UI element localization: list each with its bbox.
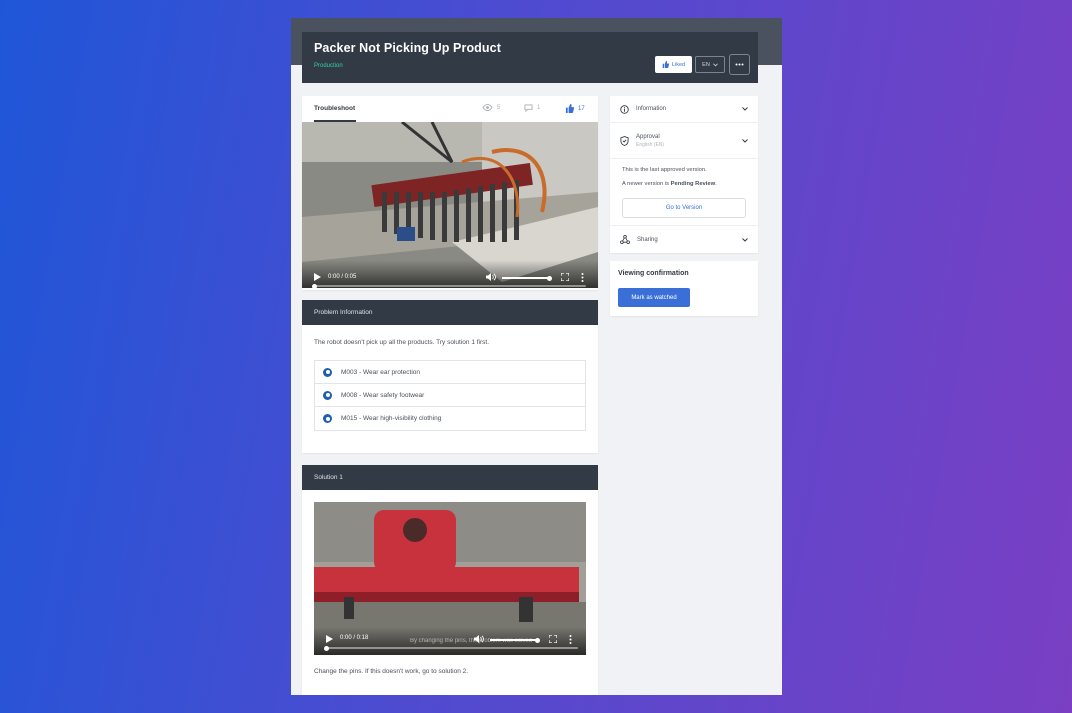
hivis-clothing-icon [323,414,332,423]
solution-description: Change the pins. If this doesn't work, g… [314,668,469,675]
approval-text-newer: A newer version is Pending Review. [622,181,717,187]
chevron-down-icon [742,107,748,111]
approval-text-approved: This is the last approved version. [622,167,707,173]
video-progress-bar[interactable] [314,285,586,287]
tab-troubleshoot[interactable]: Troubleshoot [314,105,355,112]
liked-label: Liked [671,61,686,68]
sharing-label: Sharing [637,236,658,243]
category-link[interactable]: Production [314,63,343,69]
information-accordion[interactable]: Information [610,96,758,123]
safety-item-label: M003 - Wear ear protection [341,368,420,376]
troubleshoot-video[interactable]: 0:00 / 0:05 [302,122,598,288]
approval-accordion[interactable]: Approval English (EN) [610,123,758,159]
video-time: 0:00 / 0:18 [340,635,369,641]
safety-item: M008 - Wear safety footwear [315,384,585,407]
volume-slider[interactable] [502,277,552,279]
video-progress-bar[interactable] [326,647,578,649]
more-dots-icon [735,63,744,66]
more-options-button[interactable] [729,54,750,75]
volume-icon[interactable] [474,635,484,643]
kebab-menu-icon[interactable] [569,635,572,644]
troubleshoot-card: Troubleshoot 5 1 17 0:00 / 0:05 [302,96,598,290]
go-to-version-button[interactable]: Go to Version [622,198,746,218]
video-progress-knob[interactable] [324,645,329,651]
app-window: Packer Not Picking Up Product Production… [291,18,782,695]
problem-information-card: Problem Information The robot doesn't pi… [302,300,598,453]
shield-check-icon [620,135,629,146]
safety-item-label: M008 - Wear safety footwear [341,391,425,399]
comment-icon [524,104,533,112]
solution-heading: Solution 1 [302,465,598,490]
fullscreen-icon[interactable] [561,273,569,281]
kebab-menu-icon[interactable] [581,273,584,282]
volume-knob[interactable] [547,275,552,281]
eye-icon [482,104,493,111]
safety-footwear-icon [323,390,332,400]
ear-protection-icon [323,367,332,377]
confirmation-title: Viewing confirmation [618,270,689,277]
approval-language: English (EN) [636,141,665,148]
views-count: 5 [497,104,501,111]
approval-label: Approval [636,133,660,140]
fullscreen-icon[interactable] [549,635,557,643]
likes-stat[interactable]: 17 [565,104,585,113]
safety-item-label: M015 - Wear high-visibility clothing [341,415,442,422]
video-progress-knob[interactable] [312,283,317,288]
likes-count: 17 [578,105,585,112]
safety-item: M003 - Wear ear protection [315,361,585,384]
volume-slider[interactable] [490,639,538,641]
solution-card: Solution 1 0:00 / 0:18 By changing the p… [302,465,598,695]
safety-item: M015 - Wear high-visibility clothing [315,407,585,430]
info-icon [620,104,629,114]
mark-as-watched-button[interactable]: Mark as watched [618,288,690,307]
video-time: 0:00 / 0:05 [328,274,357,280]
volume-icon[interactable] [486,273,496,281]
sharing-accordion[interactable]: Sharing [610,226,758,253]
page-header: Packer Not Picking Up Product Production… [302,32,758,83]
information-label: Information [636,106,667,112]
thumbs-up-icon [565,104,574,113]
views-stat: 5 [482,104,500,111]
language-select[interactable]: EN [695,56,725,73]
thumbs-up-icon [662,61,669,68]
chevron-down-icon [712,62,718,66]
volume-knob[interactable] [535,637,540,643]
solution-video[interactable]: 0:00 / 0:18 By changing the pins, the pr… [314,502,586,655]
liked-button[interactable]: Liked [655,56,692,73]
comments-stat[interactable]: 1 [524,104,540,112]
chevron-down-icon [742,237,748,242]
approval-details: This is the last approved version. A new… [610,159,758,226]
chevron-down-icon [742,138,748,143]
details-sidebar: Information Approval English (EN) This i… [610,96,758,253]
safety-requirements-list: M003 - Wear ear protection M008 - Wear s… [314,360,586,431]
approval-text-suffix: . [715,181,717,187]
video-controls: 0:00 / 0:05 [302,260,598,288]
approval-text-prefix: A newer version is [622,181,671,187]
problem-heading: Problem Information [302,300,598,325]
page-title: Packer Not Picking Up Product [314,41,501,55]
play-icon[interactable] [314,273,321,281]
share-icon [620,235,630,244]
language-value: EN [702,61,710,68]
viewing-confirmation-card: Viewing confirmation Mark as watched [610,261,758,316]
play-icon[interactable] [326,635,333,643]
comments-count: 1 [537,105,541,111]
pending-review-status: Pending Review [670,181,716,187]
problem-description: The robot doesn't pick up all the produc… [314,339,490,346]
video-controls: 0:00 / 0:18 By changing the pins, the pr… [314,627,586,655]
